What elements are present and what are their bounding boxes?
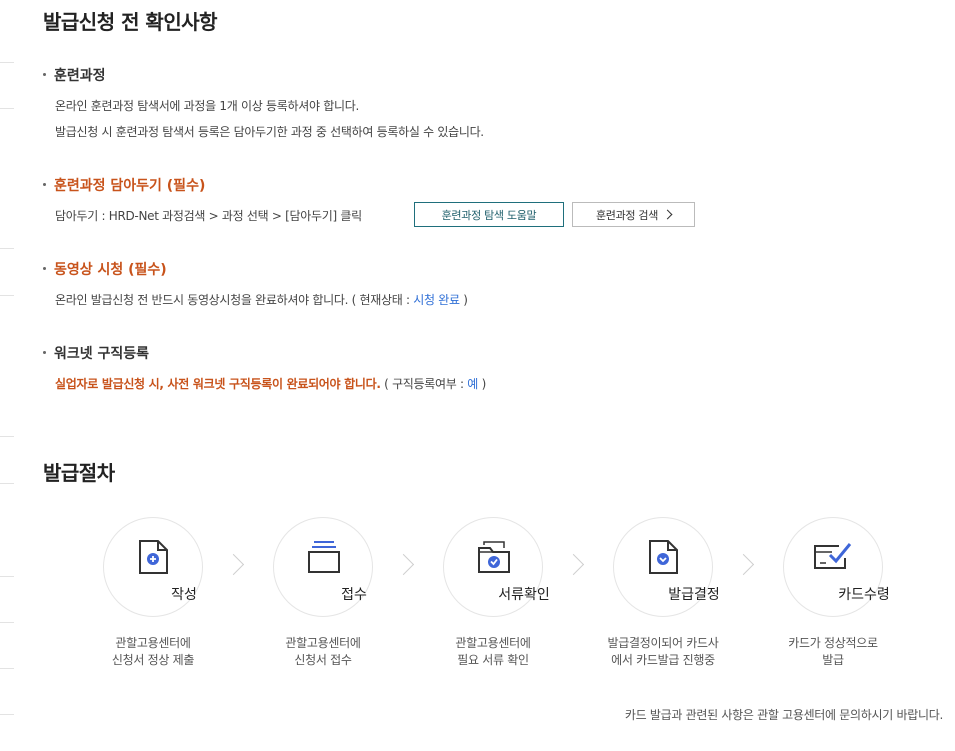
- step-description: 발급결정이되어 카드사 에서 카드발급 진행중: [607, 636, 719, 667]
- step-label: 서류확인: [498, 587, 550, 603]
- procedure-footnote: 카드 발급과 관련된 사항은 관할 고용센터에 문의하시기 바랍니다.: [624, 708, 943, 722]
- worknet-section-title: 워크넷 구직등록: [43, 343, 149, 363]
- save-section-title: 훈련과정 담아두기 (필수): [43, 175, 205, 195]
- step-label: 발급결정: [668, 587, 720, 603]
- training-line-2: 발급신청 시 훈련과정 탐색서 등록은 담아두기한 과정 중 선택하여 등록하실…: [55, 125, 484, 139]
- bullet-icon: [43, 266, 46, 270]
- tray-icon: [308, 541, 340, 573]
- worknet-warning: 실업자로 발급신청 시, 사전 워크넷 구직등록이 완료되어야 합니다.: [55, 377, 381, 391]
- document-plus-icon: [139, 540, 168, 574]
- video-instructions: 온라인 발급신청 전 반드시 동영상시청을 완료하셔야 합니다. ( 현재상태 …: [55, 293, 468, 307]
- step-description: 관할고용센터에 신청서 정상 제출: [111, 636, 195, 667]
- video-status: 시청 완료: [413, 293, 460, 307]
- chevron-right-icon: [662, 209, 673, 219]
- training-search-button[interactable]: 훈련과정 검색: [572, 202, 695, 227]
- chevron-right-icon: [222, 553, 245, 576]
- chevron-right-icon: [562, 553, 585, 576]
- worknet-instructions: 실업자로 발급신청 시, 사전 워크넷 구직등록이 완료되어야 합니다. ( 구…: [55, 377, 486, 391]
- step-description: 관할고용센터에 신청서 접수: [285, 636, 361, 667]
- save-instructions: 담아두기 : HRD-Net 과정검색 > 과정 선택 > [담아두기] 클릭: [55, 209, 362, 223]
- bullet-icon: [43, 350, 46, 354]
- checklist-title: 발급신청 전 확인사항: [43, 10, 218, 34]
- left-rail-dividers: [0, 0, 14, 751]
- training-line-1: 온라인 훈련과정 탐색서에 과정을 1개 이상 등록하셔야 합니다.: [55, 99, 359, 113]
- chevron-right-icon: [392, 553, 415, 576]
- procedure-title: 발급절차: [43, 461, 115, 485]
- training-section-title: 훈련과정: [43, 65, 106, 85]
- worknet-status: 예: [467, 377, 479, 391]
- card-check-icon: [814, 543, 852, 569]
- bullet-icon: [43, 72, 46, 76]
- chevron-right-icon: [732, 553, 755, 576]
- document-check-icon: [649, 540, 678, 574]
- folder-check-icon: [478, 541, 510, 573]
- video-section-title: 동영상 시청 (필수): [43, 259, 167, 279]
- step-label: 접수: [341, 587, 367, 603]
- step-description: 관할고용센터에 필요 서류 확인: [455, 636, 531, 667]
- bullet-icon: [43, 182, 46, 186]
- step-description: 카드가 정상적으로 발급: [788, 636, 878, 667]
- step-label: 카드수령: [838, 587, 890, 603]
- training-search-help-button[interactable]: 훈련과정 탐색 도움말: [414, 202, 564, 227]
- step-label: 작성: [171, 587, 197, 603]
